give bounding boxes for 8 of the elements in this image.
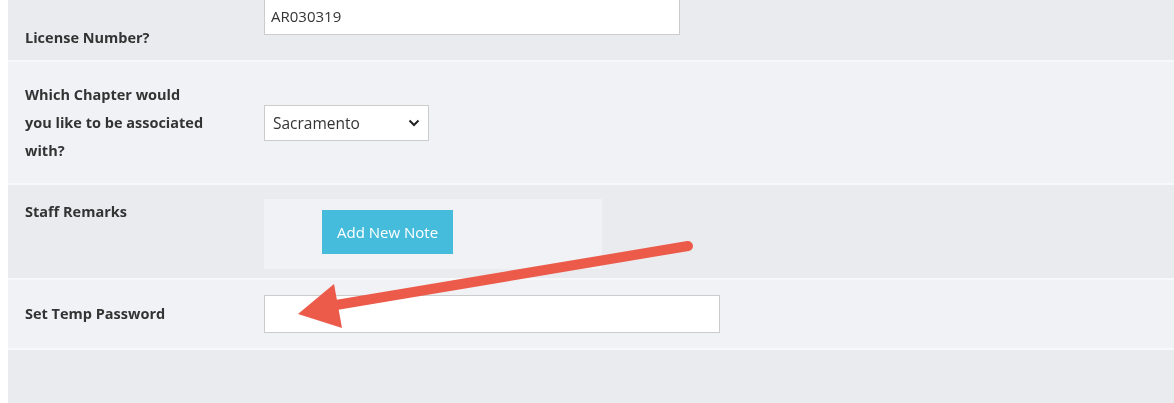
field-label: License Number? xyxy=(25,27,151,49)
field-label: Set Temp Password xyxy=(25,303,167,325)
text-field[interactable]: AR030319 xyxy=(264,0,680,35)
text-field[interactable] xyxy=(264,295,720,333)
field-label: Which Chapter would you like to be associated with? xyxy=(25,83,205,162)
caret-icon xyxy=(408,118,420,127)
field-label: Staff Remarks xyxy=(25,201,128,223)
chapter-dropdown[interactable]: Sacramento xyxy=(264,104,429,141)
